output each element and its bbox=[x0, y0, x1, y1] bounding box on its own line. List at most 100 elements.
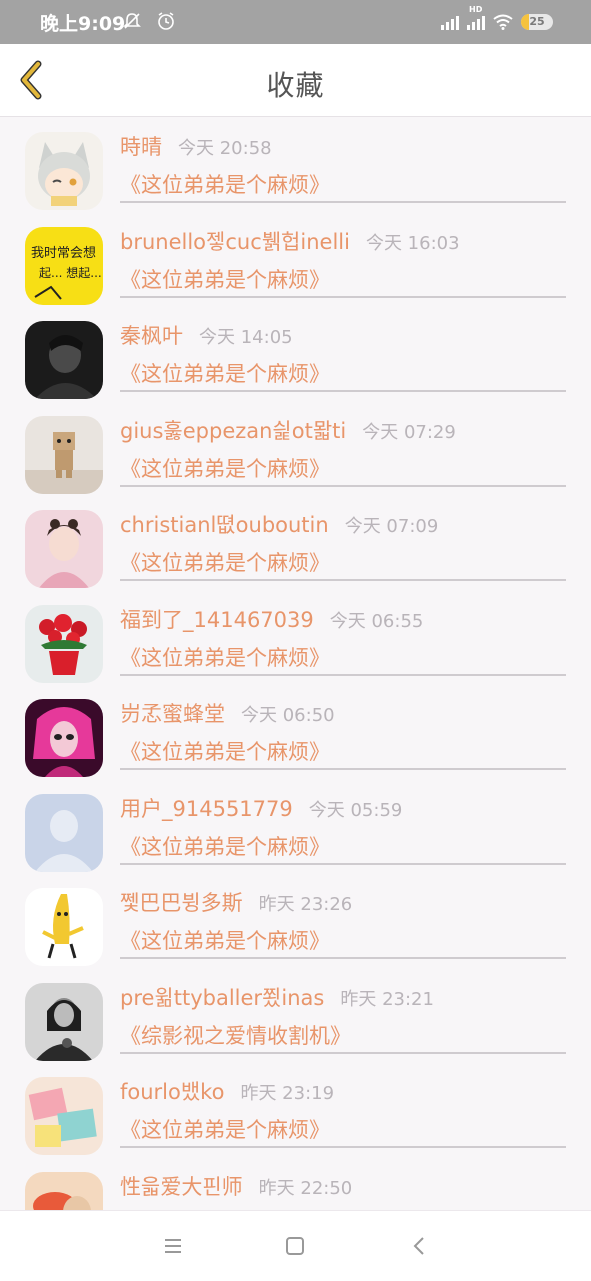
favorite-item[interactable]: 福到了_141467039 今天 06:55 《这位弟弟是个麻烦》 bbox=[0, 590, 591, 684]
user-name[interactable]: christianl뗪ouboutin bbox=[120, 513, 329, 537]
book-title[interactable]: 《这位弟弟是个麻烦》 bbox=[120, 831, 330, 861]
danbo-figure-avatar-image bbox=[25, 415, 103, 494]
user-name[interactable]: 쩿巴巴뷩多斯 bbox=[120, 891, 243, 915]
red-flowers-avatar-image bbox=[25, 604, 103, 683]
home-button[interactable] bbox=[282, 1233, 308, 1259]
avatar[interactable] bbox=[25, 132, 103, 210]
user-name[interactable]: 時晴 bbox=[120, 135, 162, 159]
favorite-item[interactable]: 我时常会想 起... 想起... brunello젷cuc뷁헙inelli 今天 16… bbox=[0, 212, 591, 306]
favorite-time: 昨天 22:50 bbox=[258, 1177, 353, 1199]
battery-icon: 25 bbox=[521, 14, 553, 30]
default-user-avatar-image bbox=[25, 793, 103, 872]
favorite-time: 今天 06:55 bbox=[329, 610, 424, 632]
favorite-time: 昨天 23:26 bbox=[258, 894, 353, 915]
favorite-item[interactable]: gius훓eppezan싍ot뫏ti 今天 07:29 《这位弟弟是个麻烦》 bbox=[0, 401, 591, 495]
book-title[interactable]: 《这位弟弟是个麻烦》 bbox=[120, 547, 330, 577]
status-time: 晚上9:09 bbox=[40, 13, 126, 35]
battery-level: 25 bbox=[529, 15, 545, 28]
divider bbox=[120, 390, 566, 392]
status-bar: 晚上9:09 HD 25 bbox=[0, 0, 591, 44]
orange-portrait-avatar-image bbox=[25, 1171, 103, 1210]
battery-fill bbox=[521, 14, 529, 30]
book-title[interactable]: 《这位弟弟是个麻烦》 bbox=[120, 264, 330, 294]
favorite-item[interactable]: 쩿巴巴뷩多斯 昨天 23:26 《这位弟弟是个麻烦》 bbox=[0, 873, 591, 967]
avatar[interactable]: 我时常会想 起... 想起... bbox=[25, 226, 103, 305]
favorite-time: 今天 07:29 bbox=[362, 421, 456, 443]
user-name[interactable]: 岃孞蜜蜂堂 bbox=[120, 702, 225, 726]
hd-signal-icon: HD bbox=[467, 5, 485, 30]
divider bbox=[120, 862, 566, 865]
book-title[interactable]: 《这位弟弟是个麻烦》 bbox=[120, 358, 330, 388]
navigation-bar bbox=[0, 1210, 591, 1281]
alarm-icon bbox=[156, 12, 176, 36]
book-title[interactable]: 《这位弟弟是个麻烦》 bbox=[120, 169, 330, 199]
user-name[interactable]: gius훓eppezan싍ot뫏ti bbox=[120, 419, 346, 443]
favorites-list[interactable]: 時晴 今天 20:58 《这位弟弟是个麻烦》 我时常会想 起... 想起... brune… bbox=[0, 117, 591, 1210]
divider bbox=[120, 673, 566, 676]
user-name[interactable]: 秦枫叶 bbox=[120, 324, 183, 348]
book-title[interactable]: 《这位弟弟是个麻烦》 bbox=[120, 925, 330, 955]
divider bbox=[120, 295, 566, 298]
divider bbox=[120, 1146, 566, 1148]
title-bar: 收藏 bbox=[0, 44, 591, 117]
favorite-item[interactable]: fourlo뱄ko 昨天 23:19 《这位弟弟是个麻烦》 bbox=[0, 1062, 591, 1156]
book-title[interactable]: 《这位弟弟是个麻烦》 bbox=[120, 736, 330, 766]
status-right-icons: HD 25 bbox=[441, 5, 553, 34]
svg-text:我时常会想: 我时常会想 bbox=[31, 245, 96, 261]
menu-icon bbox=[165, 1239, 181, 1253]
avatar[interactable] bbox=[25, 699, 103, 777]
favorite-item[interactable]: christianl뗪ouboutin 今天 07:09 《这位弟弟是个麻烦》 bbox=[0, 495, 591, 589]
user-name[interactable]: pre윎ttyballer쬤inas bbox=[120, 986, 324, 1010]
divider bbox=[120, 484, 566, 487]
avatar[interactable] bbox=[25, 982, 103, 1061]
banana-avatar-image bbox=[25, 888, 103, 966]
dark-portrait-avatar-image bbox=[25, 321, 103, 399]
favorite-item[interactable]: 用户_914551779 今天 05:59 《这位弟弟是个麻烦》 bbox=[0, 779, 591, 873]
wifi-icon bbox=[493, 14, 513, 30]
anime-catgirl-avatar-image bbox=[25, 132, 103, 210]
avatar[interactable] bbox=[25, 604, 103, 683]
status-left-icons bbox=[122, 11, 184, 36]
book-title[interactable]: 《这位弟弟是个麻烦》 bbox=[120, 1114, 330, 1144]
favorite-item[interactable]: 岃孞蜜蜂堂 今天 06:50 《这位弟弟是个麻烦》 bbox=[0, 684, 591, 778]
yellow-note-avatar-image: 我时常会想起... 想起... bbox=[25, 226, 103, 305]
hd-label: HD bbox=[469, 5, 483, 14]
page-title: 收藏 bbox=[266, 69, 325, 102]
user-name[interactable]: 福到了_141467039 bbox=[120, 608, 314, 632]
bw-girl-avatar-image bbox=[25, 982, 103, 1061]
favorite-item[interactable]: 秦枫叶 今天 14:05 《这位弟弟是个麻烦》 bbox=[0, 306, 591, 400]
favorite-item[interactable]: 時晴 今天 20:58 《这位弟弟是个麻烦》 bbox=[0, 117, 591, 211]
home-icon bbox=[286, 1237, 304, 1255]
favorite-time: 昨天 23:19 bbox=[240, 1083, 335, 1104]
notifications-off-icon bbox=[122, 13, 148, 36]
pink-girl-avatar-image bbox=[25, 510, 103, 588]
avatar[interactable] bbox=[25, 321, 103, 399]
user-name[interactable]: fourlo뱄ko bbox=[120, 1080, 224, 1104]
menu-button[interactable] bbox=[160, 1233, 186, 1259]
favorite-time: 今天 07:09 bbox=[344, 516, 439, 537]
avatar[interactable] bbox=[25, 415, 103, 494]
avatar[interactable] bbox=[25, 1077, 103, 1155]
avatar[interactable] bbox=[25, 793, 103, 872]
avatar[interactable] bbox=[25, 888, 103, 966]
book-title[interactable]: 《这位弟弟是个麻烦》 bbox=[120, 642, 330, 672]
nav-back-button[interactable] bbox=[407, 1233, 433, 1259]
favorite-time: 今天 06:50 bbox=[241, 705, 335, 726]
user-name[interactable]: 性읇爱大핀师 bbox=[120, 1175, 243, 1199]
book-title[interactable]: 《这位弟弟是个麻烦》 bbox=[120, 453, 330, 483]
divider bbox=[120, 957, 566, 959]
avatar[interactable] bbox=[25, 510, 103, 588]
pink-doll-avatar-image bbox=[25, 699, 103, 777]
avatar[interactable] bbox=[25, 1171, 103, 1210]
back-icon bbox=[413, 1237, 424, 1255]
favorite-time: 今天 16:03 bbox=[365, 232, 460, 254]
divider bbox=[120, 1051, 566, 1054]
user-name[interactable]: brunello젷cuc뷁헙inelli bbox=[120, 230, 350, 254]
favorite-time: 今天 20:58 bbox=[178, 138, 272, 159]
book-title[interactable]: 《综影视之爱情收割机》 bbox=[120, 1020, 351, 1050]
favorite-item[interactable]: 性읇爱大핀师 昨天 22:50 bbox=[0, 1157, 591, 1210]
pastel-boxes-avatar-image bbox=[25, 1077, 103, 1155]
favorite-item[interactable]: pre윎ttyballer쬤inas 昨天 23:21 《综影视之爱情收割机》 bbox=[0, 968, 591, 1062]
user-name[interactable]: 用户_914551779 bbox=[120, 797, 293, 821]
divider bbox=[120, 201, 566, 203]
